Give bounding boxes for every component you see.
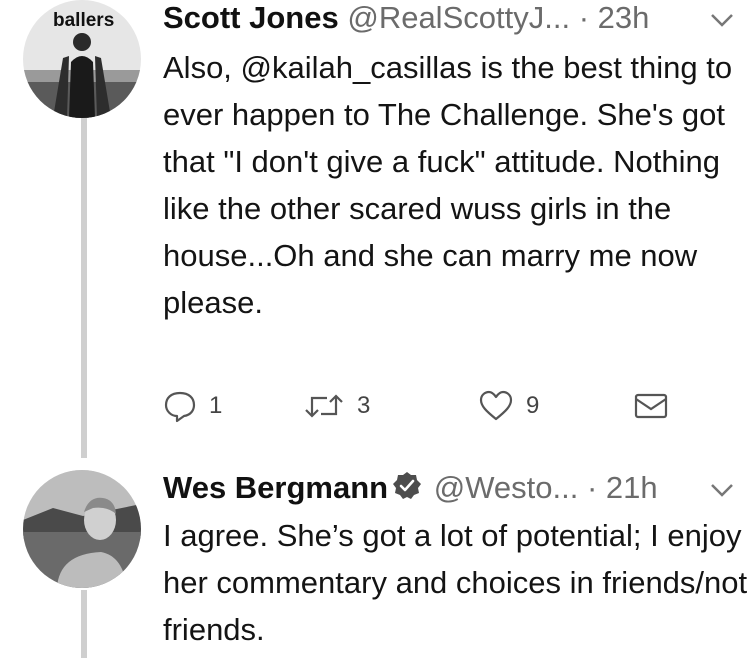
timestamp[interactable]: 21h [606, 470, 658, 505]
avatar-wes-bergmann[interactable] [23, 470, 141, 588]
chevron-down-icon[interactable] [708, 480, 736, 500]
thread-line-bottom [81, 590, 87, 658]
tweet-header: Wes Bergmann @Westo... · 21h [163, 470, 658, 506]
reply-count: 1 [209, 392, 223, 419]
tweet-text-rest: is the best thing to ever happen to The … [163, 50, 733, 320]
verified-badge-icon [393, 472, 422, 499]
direct-message-button[interactable] [633, 386, 669, 426]
like-button[interactable]: 9 [478, 386, 539, 426]
tweet-text: I agree. She’s got a lot of potential; I… [163, 518, 748, 647]
tweet-header: Scott Jones @RealScottyJ... · 23h [163, 0, 649, 36]
reply-icon [164, 391, 196, 423]
retweet-count: 3 [357, 392, 371, 419]
envelope-icon [634, 393, 668, 419]
heart-icon [479, 390, 513, 421]
author-handle[interactable]: @RealScottyJ... [347, 0, 570, 35]
avatar-scott-jones[interactable]: ballers [23, 0, 141, 118]
chevron-down-icon[interactable] [708, 10, 736, 30]
separator-dot: · [586, 470, 598, 505]
avatar-logo-text: ballers [53, 10, 114, 31]
mention-link[interactable]: @kailah_casillas [241, 50, 472, 85]
reply-button[interactable]: 1 [163, 386, 222, 426]
author-name[interactable]: Scott Jones [163, 0, 339, 35]
separator-dot: · [578, 0, 590, 35]
like-count: 9 [526, 392, 540, 419]
author-handle[interactable]: @Westo... [434, 470, 579, 505]
retweet-button[interactable]: 3 [303, 386, 370, 426]
retweet-icon [305, 394, 343, 418]
tweet-text-prefix: Also, [163, 50, 241, 85]
author-name[interactable]: Wes Bergmann [163, 470, 388, 505]
thread-line-top [81, 118, 87, 458]
timestamp[interactable]: 23h [598, 0, 650, 35]
tweet-text: Also, @kailah_casillas is the best thing… [163, 44, 748, 326]
